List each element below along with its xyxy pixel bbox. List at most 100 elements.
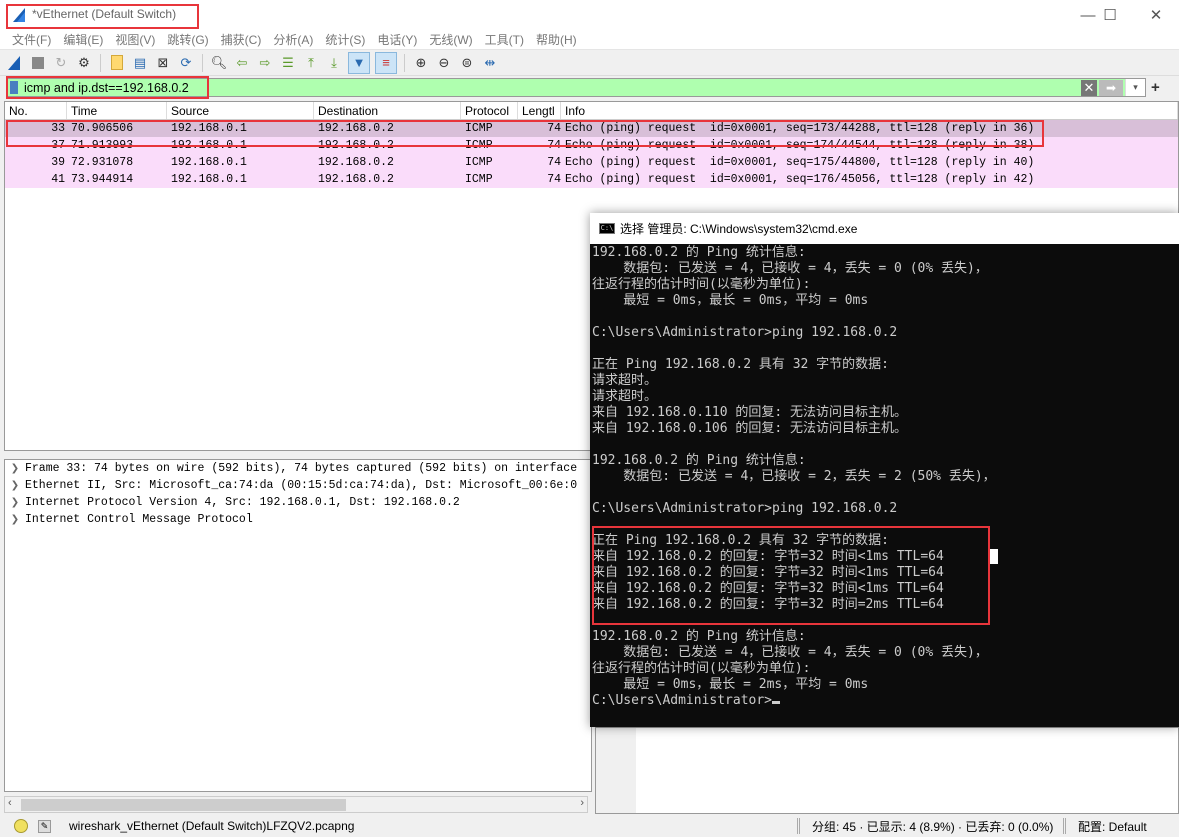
cell-time: 70.906506 [71, 122, 134, 135]
detail-row-ethernet[interactable]: ❯ Ethernet II, Src: Microsoft_ca:74:da (0… [5, 477, 591, 494]
profile-label[interactable]: 配置: Default [1078, 818, 1147, 835]
clear-filter-icon[interactable]: ✕ [1081, 79, 1097, 96]
packet-row[interactable]: 41 73.944914 192.168.0.1 192.168.0.2 ICM… [5, 171, 1178, 188]
main-toolbar: ↻ ⚙ ▤ ⊠ ⟳ 🔍︎ ⇦ ⇨ ☰ ⤒ ⤓ ▼ ≡ ⊕ ⊖ ⊜ ⇹ [0, 50, 1179, 76]
resize-columns-icon[interactable]: ⇹ [481, 54, 499, 72]
cell-length: 74 [547, 173, 561, 186]
menu-tools[interactable]: 工具(T) [481, 30, 532, 49]
menu-go[interactable]: 跳转(G) [163, 30, 216, 49]
column-header-no[interactable]: No. [5, 102, 67, 119]
zoom-out-icon[interactable]: ⊖ [435, 54, 453, 72]
menu-telephony[interactable]: 电话(Y) [373, 30, 425, 49]
cell-source: 192.168.0.1 [171, 139, 247, 152]
go-last-icon[interactable]: ⤓ [325, 54, 343, 72]
packet-bytes-pane [595, 727, 1179, 814]
filter-dropdown-icon[interactable]: ▾ [1125, 79, 1145, 96]
menu-file[interactable]: 文件(F) [8, 30, 59, 49]
cell-time: 73.944914 [71, 173, 134, 186]
cell-destination: 192.168.0.2 [318, 173, 394, 186]
auto-scroll-icon[interactable]: ▼ [348, 51, 370, 74]
menu-analyze[interactable]: 分析(A) [269, 30, 321, 49]
menu-capture[interactable]: 捕获(C) [217, 30, 270, 49]
cell-protocol: ICMP [465, 156, 493, 169]
column-header-time[interactable]: Time [67, 102, 167, 119]
expand-chevron-icon[interactable]: ❯ [5, 477, 25, 494]
close-file-icon[interactable]: ⊠ [154, 54, 172, 72]
expand-chevron-icon[interactable]: ❯ [5, 494, 25, 511]
detail-row-icmp[interactable]: ❯ Internet Control Message Protocol [5, 511, 591, 528]
toolbar-separator [202, 53, 203, 72]
close-button[interactable]: ✕ [1133, 0, 1179, 30]
column-header-info[interactable]: Info [561, 102, 1178, 119]
reload-file-icon[interactable]: ⟳ [177, 54, 195, 72]
status-separator [1063, 818, 1066, 834]
cell-length: 74 [547, 122, 561, 135]
zoom-in-icon[interactable]: ⊕ [412, 54, 430, 72]
maximize-button[interactable]: ☐ [1087, 0, 1133, 30]
capture-comment-icon[interactable]: ✎ [38, 819, 51, 833]
go-forward-icon[interactable]: ⇨ [256, 54, 274, 72]
details-horizontal-scrollbar[interactable]: ‹ › [4, 796, 588, 813]
display-filter-bar: ✕ ➡ ▾ [6, 78, 1146, 97]
scroll-right-icon[interactable]: › [580, 797, 584, 809]
cell-no: 41 [51, 173, 65, 186]
bytes-gutter [596, 728, 636, 813]
detail-text: Internet Control Message Protocol [25, 513, 253, 526]
cell-protocol: ICMP [465, 139, 493, 152]
cell-time: 71.913993 [71, 139, 134, 152]
cmd-title: 选择 管理员: C:\Windows\system32\cmd.exe [620, 222, 858, 236]
display-filter-input[interactable] [24, 80, 1081, 95]
menu-statistics[interactable]: 统计(S) [321, 30, 373, 49]
column-header-protocol[interactable]: Protocol [461, 102, 518, 119]
detail-row-ipv4[interactable]: ❯ Internet Protocol Version 4, Src: 192.1… [5, 494, 591, 511]
restart-capture-icon[interactable]: ↻ [52, 54, 70, 72]
scroll-left-icon[interactable]: ‹ [8, 797, 12, 809]
wireshark-logo-icon [13, 8, 25, 22]
packet-row[interactable]: 39 72.931078 192.168.0.1 192.168.0.2 ICM… [5, 154, 1178, 171]
column-header-source[interactable]: Source [167, 102, 314, 119]
cell-source: 192.168.0.1 [171, 122, 247, 135]
detail-text: Ethernet II, Src: Microsoft_ca:74:da (00… [25, 479, 578, 492]
packet-stats: 分组: 45 · 已显示: 4 (8.9%) · 已丢弃: 0 (0.0%) [812, 819, 1054, 834]
expand-chevron-icon[interactable]: ❯ [5, 511, 25, 528]
packet-row[interactable]: 33 70.906506 192.168.0.1 192.168.0.2 ICM… [5, 120, 1178, 137]
expert-info-icon[interactable] [14, 819, 28, 833]
text-selection-cursor [989, 549, 998, 564]
go-back-icon[interactable]: ⇦ [233, 54, 251, 72]
menu-wireless[interactable]: 无线(W) [425, 30, 480, 49]
apply-filter-icon[interactable]: ➡ [1099, 79, 1123, 96]
menu-help[interactable]: 帮助(H) [532, 30, 585, 49]
scrollbar-thumb[interactable] [21, 799, 346, 811]
cell-length: 74 [547, 139, 561, 152]
expand-chevron-icon[interactable]: ❯ [5, 460, 25, 477]
cmd-window[interactable]: C:\ 选择 管理员: C:\Windows\system32\cmd.exe … [590, 213, 1179, 727]
cell-destination: 192.168.0.2 [318, 122, 394, 135]
column-header-destination[interactable]: Destination [314, 102, 461, 119]
open-file-icon[interactable] [108, 54, 126, 72]
detail-text: Internet Protocol Version 4, Src: 192.16… [25, 496, 460, 509]
cmd-title-bar[interactable]: C:\ 选择 管理员: C:\Windows\system32\cmd.exe [590, 213, 1179, 244]
cmd-prompt: C:\Users\Administrator> [592, 693, 773, 708]
go-to-packet-icon[interactable]: ☰ [279, 54, 297, 72]
capture-options-icon[interactable]: ⚙ [75, 54, 93, 72]
cmd-output: 192.168.0.2 的 Ping 统计信息: 数据包: 已发送 = 4，已接… [590, 244, 1179, 709]
cmd-output-bottom: 192.168.0.2 的 Ping 统计信息: 数据包: 已发送 = 4，已接… [592, 629, 988, 692]
add-filter-button[interactable]: + [1151, 79, 1160, 96]
cell-no: 33 [51, 122, 65, 135]
bookmark-icon[interactable] [10, 81, 18, 94]
find-packet-icon[interactable]: 🔍︎ [210, 54, 228, 72]
stop-capture-icon[interactable] [29, 54, 47, 72]
zoom-normal-icon[interactable]: ⊜ [458, 54, 476, 72]
window-title: *vEthernet (Default Switch) [32, 7, 177, 21]
menu-view[interactable]: 视图(V) [111, 30, 163, 49]
go-first-icon[interactable]: ⤒ [302, 54, 320, 72]
save-file-icon[interactable]: ▤ [131, 54, 149, 72]
cell-protocol: ICMP [465, 122, 493, 135]
packet-row[interactable]: 37 71.913993 192.168.0.1 192.168.0.2 ICM… [5, 137, 1178, 154]
colorize-icon[interactable]: ≡ [375, 51, 397, 74]
detail-row-frame[interactable]: ❯ Frame 33: 74 bytes on wire (592 bits), … [5, 460, 591, 477]
start-capture-icon[interactable] [6, 54, 24, 72]
cell-destination: 192.168.0.2 [318, 139, 394, 152]
menu-edit[interactable]: 编辑(E) [59, 30, 111, 49]
column-header-length[interactable]: Lengtl [518, 102, 561, 119]
